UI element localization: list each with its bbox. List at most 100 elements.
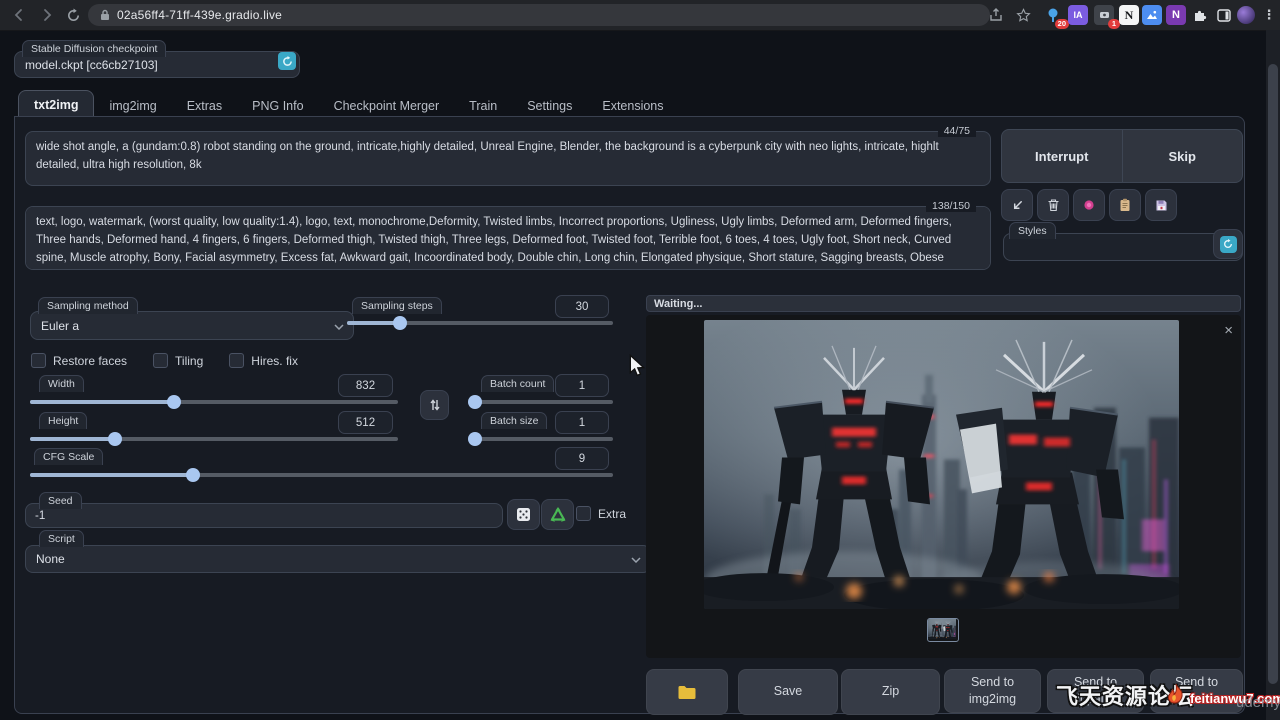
sidepanel-icon[interactable] (1214, 5, 1234, 25)
extra-seed-checkbox[interactable]: Extra (576, 506, 626, 521)
share-icon[interactable] (985, 4, 1007, 26)
onenote-extension-icon[interactable]: N (1166, 5, 1186, 25)
save-style-button[interactable] (1145, 189, 1177, 221)
negative-token-counter: 138/150 (926, 200, 976, 212)
address-bar[interactable]: 02a56ff4-71ff-439e.gradio.live (88, 4, 990, 26)
lock-icon (100, 9, 110, 21)
puzzle-extensions-icon[interactable] (1190, 5, 1210, 25)
width-value[interactable]: 832 (338, 374, 393, 397)
chevron-down-icon (631, 552, 641, 566)
zip-button[interactable]: Zip (841, 669, 940, 715)
trash-icon (1047, 198, 1060, 212)
sampling-steps-label: Sampling steps (352, 297, 442, 314)
swap-dimensions-button[interactable] (420, 390, 449, 420)
interrupt-button[interactable]: Interrupt (1002, 130, 1123, 182)
watermark-corner-text: udemy (1236, 694, 1280, 711)
seed-label: Seed (39, 492, 82, 509)
toggles-row: Restore faces Tiling Hires. fix (31, 353, 298, 368)
apply-style-button[interactable] (1109, 189, 1141, 221)
pink-dot-icon (1082, 198, 1096, 212)
negative-prompt-input[interactable]: text, logo, watermark, (worst quality, l… (25, 206, 991, 270)
script-dropdown[interactable]: None (25, 545, 651, 573)
script-label: Script (39, 530, 84, 547)
hires-fix-checkbox[interactable]: Hires. fix (229, 353, 298, 368)
cfg-scale-label: CFG Scale (34, 448, 103, 465)
profile-avatar[interactable] (1236, 5, 1256, 25)
prompt-token-counter: 44/75 (938, 125, 976, 137)
txt2img-panel: 44/75 wide shot angle, a (gundam:0.8) ro… (14, 116, 1245, 714)
bookmark-star-icon[interactable] (1012, 4, 1034, 26)
image-extension-icon[interactable] (1142, 5, 1162, 25)
checkpoint-value: model.ckpt [cc6cb27103] (25, 58, 158, 72)
watermark-flame-icon (1164, 682, 1188, 711)
batch-count-value[interactable]: 1 (555, 374, 609, 397)
styles-label: Styles (1009, 222, 1056, 239)
clear-prompt-button[interactable] (1037, 189, 1069, 221)
checkbox-icon (229, 353, 244, 368)
styles-refresh-button[interactable] (1213, 229, 1243, 259)
cfg-scale-value[interactable]: 9 (555, 447, 609, 470)
browser-toolbar: 02a56ff4-71ff-439e.gradio.live 20 IA 1 N… (0, 0, 1280, 31)
scrollbar-thumb[interactable] (1268, 64, 1278, 684)
generate-controls: Interrupt Skip (1001, 129, 1243, 183)
send-to-img2img-button[interactable]: Send to img2img (944, 669, 1041, 713)
skip-button[interactable]: Skip (1123, 130, 1243, 182)
save-button[interactable]: Save (738, 669, 838, 715)
checkbox-icon (576, 506, 591, 521)
cfg-scale-slider[interactable] (30, 469, 613, 481)
forward-icon[interactable] (36, 4, 58, 26)
refresh-icon (282, 56, 293, 67)
batch-count-slider[interactable] (469, 396, 613, 408)
browser-menu-icon[interactable]: ⋮ (1258, 4, 1280, 26)
floppy-save-icon (1155, 199, 1168, 212)
pin-badge: 20 (1055, 19, 1069, 29)
ia-extension-icon[interactable]: IA (1068, 5, 1088, 25)
notion-extension-icon[interactable]: N (1119, 5, 1139, 25)
sampling-steps-value[interactable]: 30 (555, 295, 609, 318)
prompt-input[interactable]: wide shot angle, a (gundam:0.8) robot st… (25, 131, 991, 186)
restore-faces-checkbox[interactable]: Restore faces (31, 353, 127, 368)
recycle-icon (550, 507, 566, 522)
batch-size-label: Batch size (481, 412, 547, 429)
page-scrollbar[interactable] (1266, 30, 1280, 720)
paste-params-button[interactable] (1001, 189, 1033, 221)
seed-input[interactable]: -1 (25, 503, 503, 528)
sampling-method-dropdown[interactable]: Euler a (30, 311, 354, 340)
open-folder-button[interactable] (646, 669, 728, 715)
height-label: Height (39, 412, 87, 429)
clipboard-icon (1119, 198, 1131, 212)
checkpoint-refresh-button[interactable] (278, 52, 296, 70)
width-slider[interactable] (30, 396, 398, 408)
chevron-down-icon (334, 319, 344, 333)
back-icon[interactable] (8, 4, 30, 26)
progress-bar: Waiting... (646, 295, 1241, 312)
width-label: Width (39, 375, 84, 392)
height-slider[interactable] (30, 433, 398, 445)
close-icon[interactable]: × (1224, 323, 1233, 338)
refresh-icon (1223, 239, 1233, 249)
checkbox-icon (31, 353, 46, 368)
chat-extension-icon[interactable]: 1 (1094, 5, 1114, 25)
checkpoint-label: Stable Diffusion checkpoint (22, 40, 166, 57)
screen: 02a56ff4-71ff-439e.gradio.live 20 IA 1 N… (0, 0, 1280, 720)
gallery: × (646, 315, 1241, 658)
url-text: 02a56ff4-71ff-439e.gradio.live (117, 8, 282, 22)
batch-count-label: Batch count (481, 375, 554, 392)
gallery-thumbnail[interactable] (927, 618, 959, 642)
mouse-cursor (626, 354, 648, 383)
swap-arrows-icon (429, 398, 441, 412)
tiling-checkbox[interactable]: Tiling (153, 353, 203, 368)
reuse-seed-button[interactable] (541, 499, 574, 530)
folder-icon (677, 684, 697, 700)
batch-size-slider[interactable] (469, 433, 613, 445)
reload-icon[interactable] (62, 4, 84, 26)
sampling-steps-slider[interactable] (347, 317, 613, 329)
checkbox-icon (153, 353, 168, 368)
extra-networks-button[interactable] (1073, 189, 1105, 221)
sampling-method-label: Sampling method (38, 297, 138, 314)
pin-extension-icon[interactable]: 20 (1043, 5, 1063, 25)
random-seed-button[interactable] (507, 499, 540, 530)
height-value[interactable]: 512 (338, 411, 393, 434)
generated-image[interactable] (704, 320, 1179, 609)
batch-size-value[interactable]: 1 (555, 411, 609, 434)
